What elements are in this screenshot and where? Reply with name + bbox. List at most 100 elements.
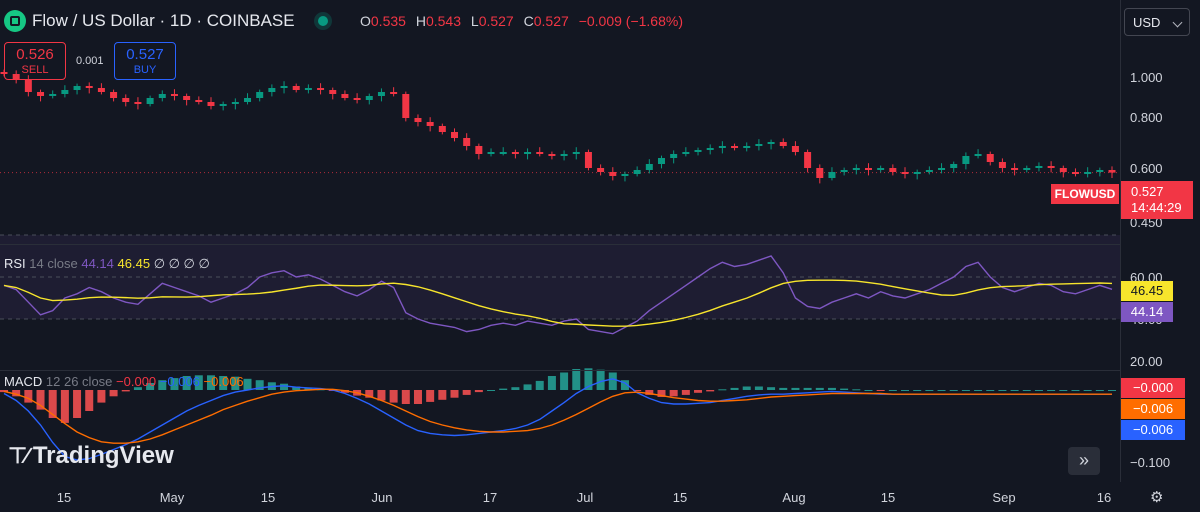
candle-body — [950, 164, 958, 168]
macd-histogram-bar — [998, 390, 1007, 391]
macd-histogram-bar — [73, 390, 82, 418]
time-axis-label: Sep — [992, 490, 1016, 505]
macd-value: −0.006 — [159, 374, 200, 389]
time-axis-label: Aug — [782, 490, 806, 505]
macd-histogram-bar — [803, 387, 812, 390]
macd-histogram-bar — [925, 390, 934, 391]
time-axis-label: Jun — [371, 490, 393, 505]
gear-icon[interactable]: ⚙ — [1150, 488, 1166, 506]
ohlc-open-key: O — [360, 13, 371, 29]
macd-histogram-bar — [499, 388, 508, 390]
macd-histogram-bar — [560, 372, 569, 390]
candle-body — [731, 146, 739, 148]
time-axis-label: 16 — [1096, 490, 1112, 505]
candle-body — [304, 88, 312, 90]
candle-body — [913, 172, 921, 174]
candle-body — [828, 172, 836, 178]
macd-histogram-bar — [937, 390, 946, 391]
candle-body — [146, 98, 154, 104]
time-axis-label: Jul — [576, 490, 594, 505]
candle-body — [901, 172, 909, 174]
candle-body — [584, 152, 592, 168]
time-axis-label: 15 — [260, 490, 276, 505]
macd-histogram-bar — [487, 390, 496, 391]
candle-body — [791, 146, 799, 152]
candle-body — [743, 146, 751, 148]
time-axis-label: 15 — [880, 490, 896, 505]
macd-histogram-bar — [779, 387, 788, 390]
macd-histogram-bar — [876, 390, 885, 391]
ohlc-legend: O0.535 H0.543 L0.527 C0.527 −0.009 (−1.6… — [354, 13, 683, 29]
macd-histogram-bar — [572, 369, 581, 390]
candle-body — [560, 154, 568, 156]
candle-body — [341, 94, 349, 98]
candle-body — [779, 142, 787, 146]
candle-body — [231, 102, 239, 104]
pane-divider[interactable] — [0, 370, 1120, 371]
candle-body — [804, 152, 812, 168]
pane-divider[interactable] — [0, 244, 1120, 245]
candle-body — [158, 94, 166, 98]
macd-legend[interactable]: MACD 12 26 close −0.000 −0.006 −0.006 — [4, 374, 244, 389]
macd-histogram-bar — [1047, 390, 1056, 391]
macd-histogram-bar — [85, 390, 94, 411]
candle-body — [37, 92, 45, 96]
macd-signal-badge: −0.006 — [1121, 399, 1185, 419]
sell-price: 0.526 — [16, 46, 54, 63]
macd-histogram-bar — [389, 390, 398, 403]
macd-histogram-bar — [450, 390, 459, 398]
ohlc-low-key: L — [470, 13, 479, 29]
candle-body — [767, 142, 775, 144]
macd-histogram-bar — [60, 390, 69, 423]
macd-histogram-bar — [280, 383, 289, 390]
symbol-title[interactable]: Flow / US Dollar · 1D · COINBASE — [32, 11, 295, 31]
candle-body — [170, 94, 178, 96]
tradingview-mark-icon: ⊤∕ — [8, 443, 29, 468]
candle-body — [536, 152, 544, 154]
time-axis-label: 15 — [56, 490, 72, 505]
macd-histogram-bar — [754, 386, 763, 390]
scroll-to-realtime-button[interactable]: » — [1068, 447, 1100, 475]
market-open-icon — [318, 16, 328, 26]
candle-body — [183, 96, 191, 100]
candle-body — [499, 152, 507, 154]
macd-histogram-bar — [767, 387, 776, 390]
macd-histogram-bar — [462, 390, 471, 395]
candle-body — [390, 92, 398, 94]
candle-body — [219, 104, 227, 106]
macd-name: MACD — [4, 374, 43, 389]
candle-body — [597, 168, 605, 172]
macd-histogram-bar — [438, 390, 447, 400]
candle-body — [877, 168, 885, 170]
candle-body — [1035, 166, 1043, 168]
candle-body — [1011, 168, 1019, 170]
macd-histogram-bar — [523, 384, 532, 390]
candle-body — [1047, 166, 1055, 168]
candle-body — [377, 92, 385, 96]
candle-body — [986, 154, 994, 162]
candle-body — [706, 148, 714, 150]
last-price-badge: 0.527 14:44:29 — [1121, 181, 1193, 219]
macd-histogram-bar — [1108, 390, 1116, 391]
sell-button[interactable]: 0.526 SELL — [4, 42, 66, 80]
time-axis-label: 15 — [672, 490, 688, 505]
macd-histogram-bar — [852, 389, 861, 391]
candle-body — [840, 170, 848, 172]
currency-label: USD — [1133, 15, 1161, 30]
macd-histogram-bar — [596, 369, 605, 390]
macd-histogram-bar — [547, 376, 556, 390]
macd-histogram-bar — [730, 387, 739, 390]
flow-logo-icon — [4, 10, 26, 32]
time-axis-label: May — [159, 490, 185, 505]
currency-select[interactable]: USD — [1124, 8, 1190, 36]
candle-body — [718, 146, 726, 148]
macd-histogram-bar — [974, 390, 983, 391]
candle-body — [24, 80, 32, 92]
buy-button[interactable]: 0.527 BUY — [114, 42, 176, 80]
candle-body — [61, 90, 69, 94]
ohlc-close-key: C — [523, 13, 534, 29]
macd-histogram-bar — [97, 390, 106, 403]
candle-body — [572, 152, 580, 154]
chevron-down-icon — [1172, 17, 1183, 28]
rsi-legend[interactable]: RSI 14 close 44.14 46.45 ∅ ∅ ∅ ∅ — [4, 256, 210, 272]
